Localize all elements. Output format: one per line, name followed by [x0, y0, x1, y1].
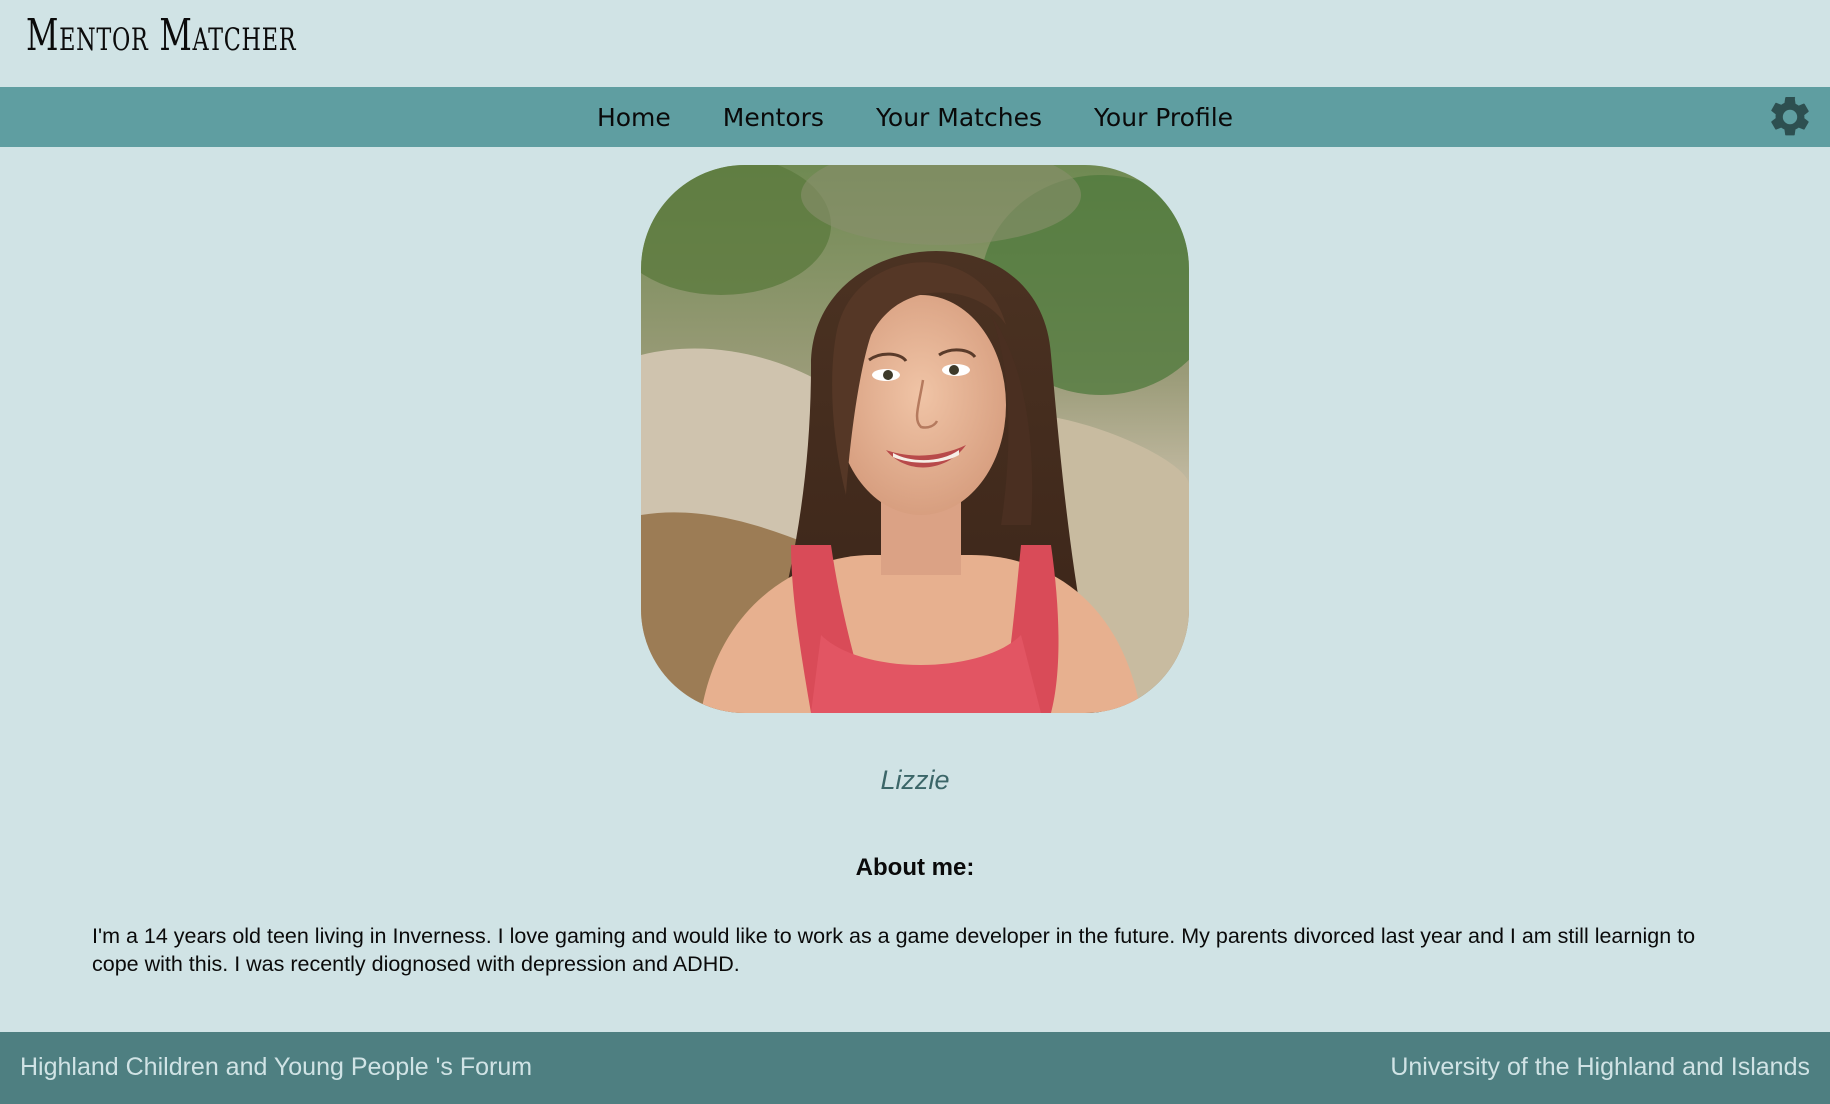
profile-name: Lizzie — [880, 765, 950, 795]
gear-icon — [1771, 96, 1809, 136]
main-navigation: Home Mentors Your Matches Your Profile — [0, 87, 1830, 147]
nav-items: Home Mentors Your Matches Your Profile — [0, 87, 1830, 147]
nav-item-home[interactable]: Home — [571, 103, 697, 132]
about-text: I'm a 14 years old teen living in Invern… — [92, 924, 1696, 976]
nav-item-your-matches[interactable]: Your Matches — [850, 103, 1068, 132]
profile-photo — [641, 165, 1189, 713]
footer-right-text: University of the Highland and Islands — [1390, 1053, 1810, 1081]
footer-left-text: Highland Children and Young People 's Fo… — [20, 1053, 533, 1081]
nav-item-mentors[interactable]: Mentors — [697, 103, 850, 132]
settings-button[interactable] — [1762, 89, 1818, 145]
footer: Highland Children and Young People 's Fo… — [0, 1032, 1830, 1104]
app-title[interactable]: Mentor Matcher — [26, 10, 296, 61]
brand-header: Mentor Matcher — [0, 0, 1830, 87]
profile-photo-illustration — [641, 165, 1189, 713]
about-heading: About me: — [855, 854, 975, 881]
nav-item-your-profile[interactable]: Your Profile — [1068, 103, 1259, 132]
